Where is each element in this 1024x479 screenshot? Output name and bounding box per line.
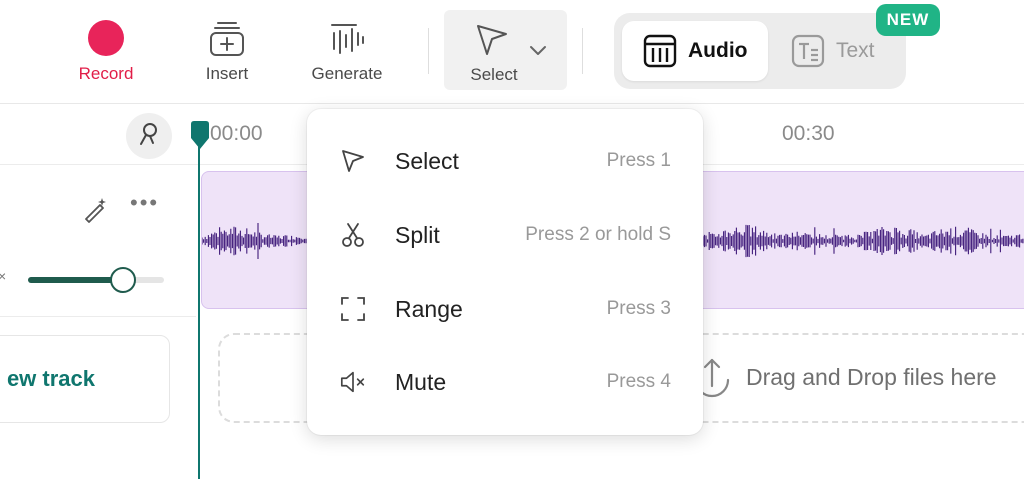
select-tool-menu: Select Press 1 Split Press 2 or hold S R… (307, 109, 703, 435)
generate-button[interactable]: Generate (300, 16, 394, 92)
playhead-handle[interactable] (189, 120, 211, 155)
toolbar-divider (428, 28, 429, 74)
menu-item-mute[interactable]: Mute Press 4 (307, 350, 703, 412)
menu-item-label: Split (395, 222, 440, 248)
select-label: Select (470, 65, 518, 84)
new-badge: NEW (876, 4, 940, 36)
generate-icon (328, 16, 366, 60)
magnet-icon (136, 121, 162, 152)
menu-item-shortcut: Press 3 (606, 298, 671, 319)
menu-item-label: Select (395, 148, 459, 174)
menu-item-label: Range (395, 296, 463, 322)
toolbar: Record Insert Generate Select Audio Text… (0, 0, 1024, 104)
record-icon (88, 16, 124, 60)
text-icon (790, 33, 826, 69)
scissors-icon (339, 221, 367, 249)
menu-item-shortcut: Press 1 (606, 150, 671, 171)
audio-grid-icon (642, 33, 678, 69)
record-label: Record (78, 64, 134, 83)
snap-button[interactable] (126, 113, 172, 159)
generate-label: Generate (311, 64, 383, 83)
chevron-down-icon[interactable] (528, 44, 548, 63)
mute-icon (339, 368, 367, 396)
magic-wand-icon[interactable] (82, 195, 110, 228)
add-track-label: ew track (6, 366, 95, 391)
range-icon (339, 295, 367, 323)
record-button[interactable]: Record (66, 16, 146, 92)
cursor-icon (472, 20, 512, 65)
drop-zone-text: Drag and Drop files here (746, 364, 997, 390)
mode-text-label: Text (836, 39, 875, 62)
more-options-icon[interactable]: ••• (130, 190, 159, 216)
timeline-tick-label: 00:00 (210, 122, 263, 145)
mode-audio-button[interactable]: Audio (622, 21, 768, 81)
mode-switch: Audio Text (614, 13, 906, 89)
mode-audio-label: Audio (688, 39, 748, 62)
toolbar-divider (582, 28, 583, 74)
menu-item-label: Mute (395, 369, 447, 395)
select-tool-button[interactable]: Select (444, 10, 567, 90)
timeline-tick-label: 00:30 (782, 122, 835, 145)
volume-slider-fill (28, 277, 123, 283)
insert-label: Insert (205, 64, 249, 83)
volume-slider-handle[interactable] (110, 267, 136, 293)
track-header (0, 165, 196, 317)
menu-item-shortcut: Press 4 (606, 371, 671, 392)
insert-button[interactable]: Insert (190, 16, 264, 92)
insert-icon (208, 16, 246, 60)
cursor-icon (339, 147, 367, 175)
playhead-line (198, 140, 200, 479)
menu-item-range[interactable]: Range Press 3 (307, 277, 703, 339)
add-track-button[interactable]: ew track (0, 335, 170, 423)
menu-item-split[interactable]: Split Press 2 or hold S (307, 203, 703, 265)
menu-item-select[interactable]: Select Press 1 (307, 129, 703, 191)
volume-mute-icon[interactable]: × (0, 268, 6, 284)
menu-item-shortcut: Press 2 or hold S (525, 224, 671, 245)
